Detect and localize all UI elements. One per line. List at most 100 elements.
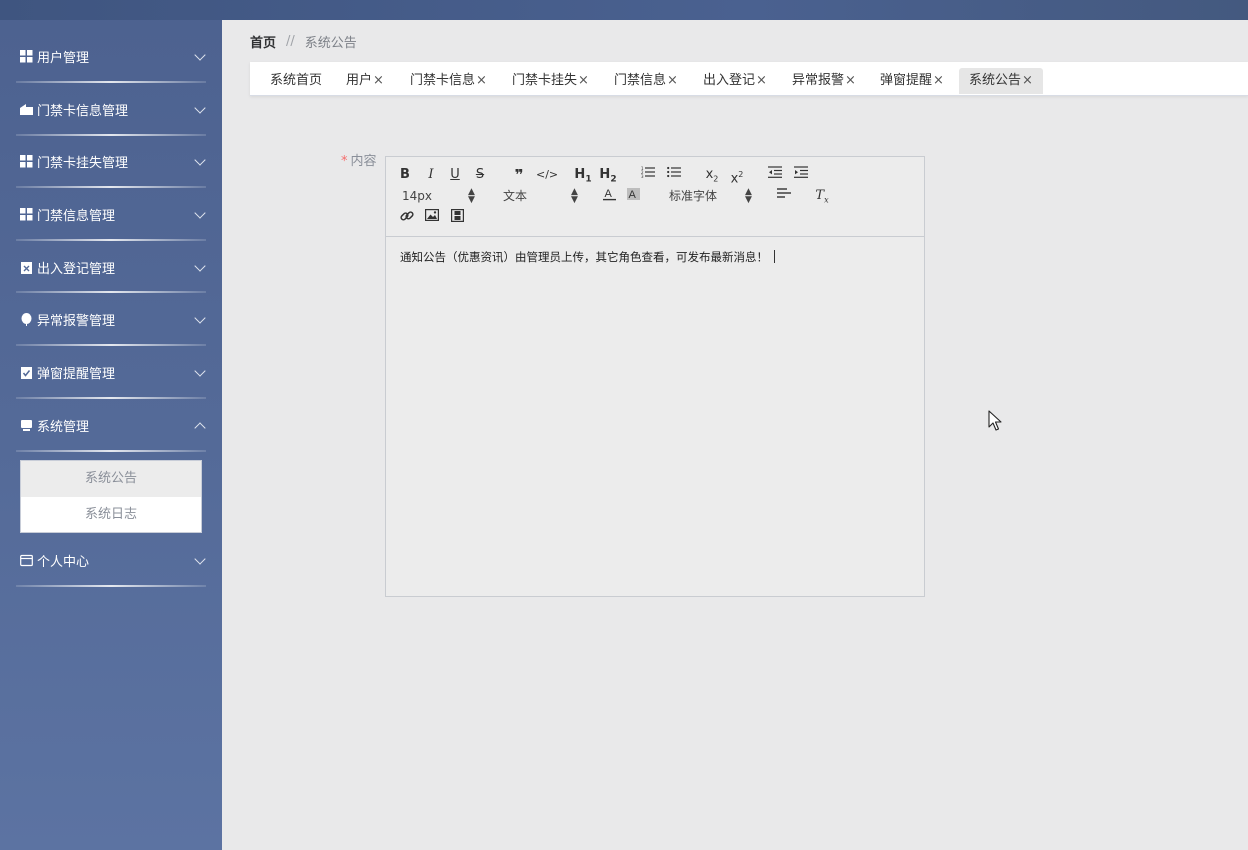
tab-access-info[interactable]: 门禁信息× xyxy=(604,68,688,94)
heading-2-icon[interactable]: H2 xyxy=(599,166,617,185)
tab-alarm[interactable]: 异常报警× xyxy=(782,68,866,94)
chevron-down-icon xyxy=(194,102,206,114)
editor-content-area[interactable]: 通知公告（优惠资讯）由管理员上传，其它角色查看，可发布最新消息！ xyxy=(400,249,775,265)
tab-card-loss[interactable]: 门禁卡挂失× xyxy=(502,68,599,94)
blockquote-icon[interactable]: ❞ xyxy=(511,166,527,184)
top-header-bar xyxy=(0,0,1248,20)
underline-icon[interactable]: U xyxy=(448,166,462,184)
bullet-list-icon[interactable] xyxy=(666,166,682,184)
tab-entry-registration[interactable]: 出入登记× xyxy=(693,68,777,94)
tab-system-notice[interactable]: 系统公告× xyxy=(959,68,1043,94)
sidebar-item-personal-center[interactable]: 个人中心 xyxy=(0,534,222,586)
menu-divider xyxy=(16,450,206,452)
clipboard-icon xyxy=(20,261,33,274)
chevron-down-icon xyxy=(194,553,206,565)
align-left-icon[interactable] xyxy=(776,187,792,205)
breadcrumb-home[interactable]: 首页 xyxy=(250,32,276,51)
close-icon[interactable]: × xyxy=(373,73,384,88)
submenu-item-system-notice[interactable]: 系统公告 xyxy=(21,461,201,497)
tab-popup-reminder[interactable]: 弹窗提醒× xyxy=(870,68,954,94)
close-icon[interactable]: × xyxy=(1022,73,1033,88)
sidebar-item-alarm-management[interactable]: 异常报警管理 xyxy=(0,293,222,345)
code-block-icon[interactable]: </> xyxy=(536,166,558,184)
menu-divider xyxy=(16,585,206,587)
sidebar-item-access-info[interactable]: 门禁信息管理 xyxy=(0,188,222,240)
close-icon[interactable]: × xyxy=(476,73,487,88)
strikethrough-icon[interactable]: S xyxy=(473,166,487,184)
sidebar-item-popup-reminder[interactable]: 弹窗提醒管理 xyxy=(0,346,222,398)
submenu-item-system-log[interactable]: 系统日志 xyxy=(21,497,201,533)
tab-label: 门禁信息 xyxy=(614,73,667,88)
tab-bar: 系统首页 用户× 门禁卡信息× 门禁卡挂失× 门禁信息× 出入登记× 异常报警×… xyxy=(250,62,1248,96)
font-family-value: 标准字体 xyxy=(669,189,718,203)
link-icon[interactable] xyxy=(399,209,415,227)
sidebar-item-label: 异常报警管理 xyxy=(37,313,116,329)
required-mark: * xyxy=(341,154,348,169)
background-color-icon[interactable]: A xyxy=(626,187,640,205)
close-icon[interactable]: × xyxy=(578,73,589,88)
close-icon[interactable]: × xyxy=(756,73,767,88)
font-family-select[interactable]: 标准字体 ▲ ▼ xyxy=(669,187,753,205)
sidebar-item-label: 系统管理 xyxy=(37,419,90,435)
chevron-down-icon xyxy=(194,207,206,219)
heading-1-icon[interactable]: H1 xyxy=(574,166,592,185)
close-icon[interactable]: × xyxy=(845,73,856,88)
font-color-icon[interactable]: A xyxy=(602,187,616,205)
sidebar-item-system-management[interactable]: 系统管理 xyxy=(0,399,222,451)
text-caret xyxy=(774,250,775,263)
italic-icon[interactable]: I xyxy=(424,166,438,184)
bold-icon[interactable]: B xyxy=(398,166,412,184)
tab-label: 异常报警 xyxy=(792,73,845,88)
editor-content-text: 通知公告（优惠资讯）由管理员上传，其它角色查看，可发布最新消息！ xyxy=(400,250,768,264)
sidebar-item-user-management[interactable]: 用户管理 xyxy=(0,30,222,82)
image-icon[interactable] xyxy=(424,209,440,227)
mouse-pointer-icon xyxy=(988,410,1002,436)
close-icon[interactable]: × xyxy=(667,73,678,88)
grid-icon xyxy=(20,207,33,221)
sidebar-item-entry-registration[interactable]: 出入登记管理 xyxy=(0,241,222,293)
breadcrumb-separator: // xyxy=(286,33,295,49)
tab-label: 弹窗提醒 xyxy=(880,73,933,88)
sidebar-item-label: 用户管理 xyxy=(37,50,90,66)
building-icon xyxy=(20,103,33,116)
breadcrumb-current: 系统公告 xyxy=(304,35,357,51)
chevron-down-icon xyxy=(194,365,206,377)
editor-toolbar: B I U S ❞ </> H1 H2 123 x2 x2 14px ▲ ▼ 文本 ▲… xyxy=(386,157,924,237)
close-icon[interactable]: × xyxy=(933,73,944,88)
clipboard-check-icon xyxy=(20,366,33,379)
chevron-up-icon xyxy=(194,422,206,434)
indent-icon[interactable] xyxy=(793,166,809,184)
tab-label: 系统首页 xyxy=(270,73,323,88)
sidebar-item-label: 门禁卡信息管理 xyxy=(37,103,129,119)
ordered-list-icon[interactable]: 123 xyxy=(640,166,656,184)
sidebar-item-label: 弹窗提醒管理 xyxy=(37,366,116,382)
content-label-text: 内容 xyxy=(350,154,377,169)
chevron-down-icon xyxy=(194,154,206,166)
grid-icon xyxy=(20,154,33,168)
font-size-select[interactable]: 14px ▲ ▼ xyxy=(402,187,476,205)
chevron-down-icon xyxy=(194,49,206,61)
sidebar-item-access-card-info[interactable]: 门禁卡信息管理 xyxy=(0,83,222,135)
tab-system-home[interactable]: 系统首页 xyxy=(260,68,332,94)
subscript-icon[interactable]: x2 xyxy=(704,166,720,184)
tab-label: 出入登记 xyxy=(703,73,756,88)
sidebar-item-label: 门禁卡挂失管理 xyxy=(37,155,129,171)
chevron-down-icon xyxy=(194,312,206,324)
clear-format-icon[interactable]: Tx xyxy=(814,187,830,205)
rich-text-editor: B I U S ❞ </> H1 H2 123 x2 x2 14px ▲ ▼ 文本 ▲… xyxy=(385,156,925,597)
tab-label: 门禁卡挂失 xyxy=(512,73,578,88)
tab-access-card-info[interactable]: 门禁卡信息× xyxy=(400,68,497,94)
header-select[interactable]: 文本 ▲ ▼ xyxy=(503,187,579,205)
sidebar-item-label: 出入登记管理 xyxy=(37,261,116,277)
outdent-icon[interactable] xyxy=(767,166,783,184)
sidebar-item-label: 门禁信息管理 xyxy=(37,208,116,224)
superscript-icon[interactable]: x2 xyxy=(729,166,745,186)
sidebar-item-label: 个人中心 xyxy=(37,554,90,570)
select-arrows-icon: ▲ ▼ xyxy=(468,187,475,205)
tab-label: 门禁卡信息 xyxy=(410,73,476,88)
sidebar-item-card-loss[interactable]: 门禁卡挂失管理 xyxy=(0,135,222,187)
font-size-value: 14px xyxy=(402,189,432,203)
tab-user[interactable]: 用户× xyxy=(336,68,394,94)
video-icon[interactable] xyxy=(449,209,465,227)
sidebar: 用户管理 门禁卡信息管理 门禁卡挂失管理 门禁信息管理 出入登记管理 异常报警管… xyxy=(0,20,222,850)
